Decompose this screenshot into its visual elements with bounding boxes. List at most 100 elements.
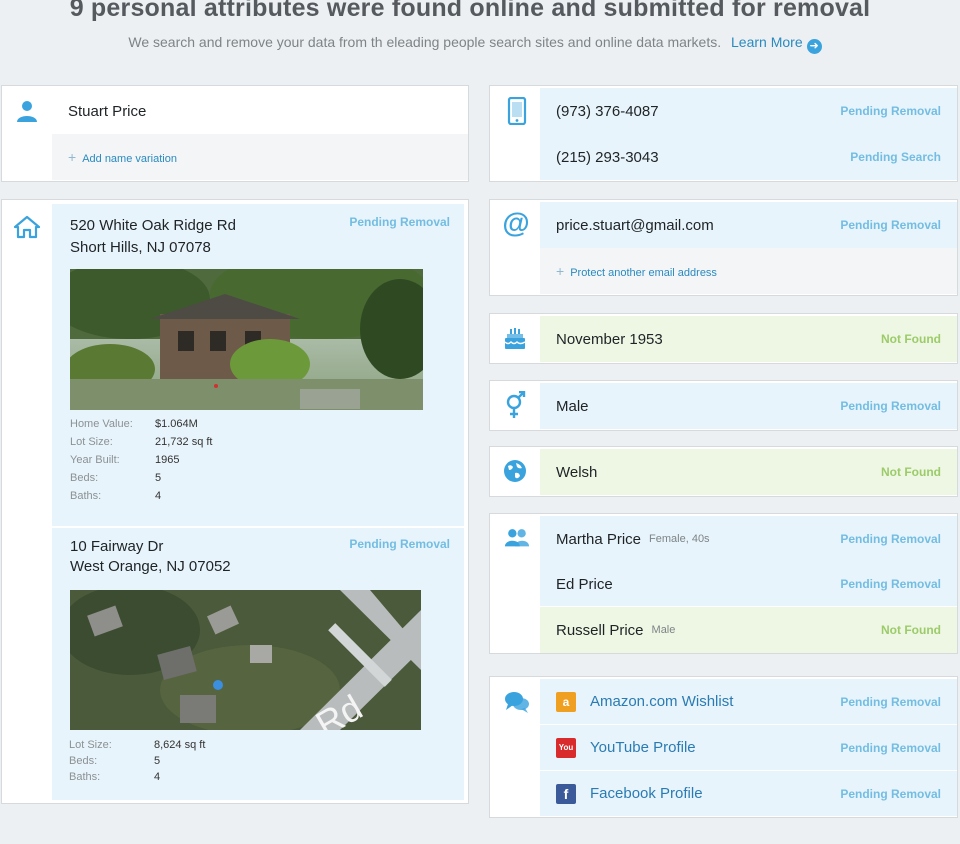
email-card: @ price.stuart@gmail.com Pending Removal… bbox=[489, 199, 958, 296]
fact-row: Lot Size: 21,732 sq ft bbox=[70, 436, 213, 454]
email-row: price.stuart@gmail.com Pending Removal bbox=[540, 202, 957, 248]
property-facts: Lot Size: 8,624 sq ft Beds: 5 Baths: 4 bbox=[69, 739, 205, 787]
address-status: Pending Removal bbox=[349, 215, 450, 229]
fact-label: Baths: bbox=[69, 771, 101, 783]
fact-value: 5 bbox=[155, 472, 162, 484]
phone-icon bbox=[504, 97, 530, 125]
fact-value: 21,732 sq ft bbox=[155, 436, 213, 448]
gender-icon bbox=[502, 391, 528, 418]
page-title: 9 personal attributes were found online … bbox=[69, 0, 871, 22]
fact-value: 5 bbox=[154, 755, 161, 767]
youtube-icon: You bbox=[556, 737, 576, 758]
birthday-row: November 1953 Not Found bbox=[540, 316, 957, 362]
at-icon: @ bbox=[502, 207, 530, 238]
address-line1: 10 Fairway Dr bbox=[70, 538, 164, 555]
add-name-variation-row[interactable]: + Add name variation bbox=[52, 134, 468, 180]
people-icon bbox=[504, 525, 530, 551]
address-item: 10 Fairway Dr West Orange, NJ 07052 Pend… bbox=[52, 528, 464, 800]
street-view-photo bbox=[70, 269, 423, 410]
gender-row: Male Pending Removal bbox=[540, 383, 957, 429]
aerial-map-photo: Rd bbox=[70, 590, 421, 730]
gender-card: Male Pending Removal bbox=[489, 380, 958, 431]
subtitle-text: We search and remove your data from th e… bbox=[128, 34, 722, 50]
name-value: Stuart Price bbox=[68, 102, 147, 120]
address-line2: West Orange, NJ 07052 bbox=[70, 558, 231, 575]
relative-name: Russell Price bbox=[556, 621, 644, 639]
fact-row: Year Built: 1965 bbox=[70, 454, 213, 472]
gender-value: Male bbox=[556, 397, 589, 415]
ethnicity-value: Welsh bbox=[556, 463, 598, 481]
name-card: Stuart Price + Add name variation bbox=[1, 85, 469, 182]
name-row: Stuart Price bbox=[52, 88, 468, 134]
fact-value: $1.064M bbox=[155, 418, 198, 430]
relative-name: Martha Price bbox=[556, 530, 642, 548]
relative-row: Russell Price Male Not Found bbox=[540, 607, 957, 653]
birthday-status: Not Found bbox=[881, 332, 941, 346]
phone-row: (215) 293-3043 Pending Search bbox=[540, 134, 957, 180]
ethnicity-status: Not Found bbox=[881, 465, 941, 479]
phone-value: (215) 293-3043 bbox=[556, 148, 659, 166]
protect-email-label: Protect another email address bbox=[570, 267, 717, 279]
phone-status: Pending Search bbox=[850, 150, 941, 164]
social-link[interactable]: Amazon.com Wishlist bbox=[590, 693, 733, 710]
social-status: Pending Removal bbox=[840, 786, 941, 801]
property-facts: Home Value: $1.064M Lot Size: 21,732 sq ft… bbox=[70, 418, 213, 508]
add-email-row[interactable]: + Protect another email address bbox=[540, 248, 957, 294]
fact-row: Lot Size: 8,624 sq ft bbox=[69, 739, 205, 755]
social-row: You YouTube Profile Pending Removal bbox=[540, 725, 957, 770]
address-line2: Short Hills, NJ 07078 bbox=[70, 239, 211, 256]
address-line1: 520 White Oak Ridge Rd bbox=[70, 217, 236, 234]
add-name-variation-link[interactable]: + Add name variation bbox=[68, 149, 177, 165]
protect-email-link[interactable]: + Protect another email address bbox=[556, 263, 717, 279]
relative-row: Martha Price Female, 40s Pending Removal bbox=[540, 516, 957, 562]
phone-row: (973) 376-4087 Pending Removal bbox=[540, 88, 957, 134]
social-status: Pending Removal bbox=[840, 694, 941, 709]
relatives-card: Martha Price Female, 40s Pending Removal… bbox=[489, 513, 958, 654]
fact-value: 8,624 sq ft bbox=[154, 739, 206, 751]
fact-label: Baths: bbox=[70, 490, 102, 502]
fact-value: 4 bbox=[155, 490, 162, 502]
relative-detail: Female, 40s bbox=[649, 533, 710, 545]
phone-status: Pending Removal bbox=[840, 104, 941, 118]
social-row: f Facebook Profile Pending Removal bbox=[540, 771, 957, 816]
relative-status: Pending Removal bbox=[840, 577, 941, 591]
fact-label: Beds: bbox=[70, 472, 99, 484]
birthday-value: November 1953 bbox=[556, 330, 663, 348]
relative-status: Pending Removal bbox=[840, 532, 941, 546]
learn-more-link[interactable]: Learn More ➜ bbox=[731, 34, 822, 54]
address-status: Pending Removal bbox=[349, 537, 450, 551]
house-icon bbox=[14, 214, 40, 240]
learn-more-label: Learn More bbox=[731, 34, 803, 50]
fact-row: Baths: 4 bbox=[70, 490, 213, 508]
plus-icon: + bbox=[68, 149, 77, 165]
gender-status: Pending Removal bbox=[840, 399, 941, 413]
social-link[interactable]: Facebook Profile bbox=[590, 785, 703, 802]
social-link[interactable]: YouTube Profile bbox=[590, 739, 696, 756]
person-icon bbox=[14, 98, 40, 124]
birthday-card: November 1953 Not Found bbox=[489, 313, 958, 364]
relative-name: Ed Price bbox=[556, 575, 613, 593]
amazon-icon: a bbox=[556, 691, 576, 712]
relative-status: Not Found bbox=[881, 623, 941, 637]
fact-value: 1965 bbox=[155, 454, 180, 466]
ethnicity-row: Welsh Not Found bbox=[540, 449, 957, 495]
add-name-variation-label: Add name variation bbox=[82, 153, 177, 165]
fact-row: Home Value: $1.064M bbox=[70, 418, 213, 436]
page-subtitle: We search and remove your data from th e… bbox=[0, 34, 950, 54]
globe-icon bbox=[502, 458, 528, 484]
social-row: a Amazon.com Wishlist Pending Removal bbox=[540, 679, 957, 724]
fact-value: 4 bbox=[154, 771, 161, 783]
fact-row: Baths: 4 bbox=[69, 771, 205, 787]
arrow-right-icon: ➜ bbox=[806, 39, 822, 54]
address-item: 520 White Oak Ridge Rd Short Hills, NJ 0… bbox=[52, 204, 464, 526]
social-status: Pending Removal bbox=[840, 740, 941, 755]
facebook-icon: f bbox=[556, 783, 576, 804]
fact-label: Beds: bbox=[69, 755, 98, 767]
email-value: price.stuart@gmail.com bbox=[556, 216, 714, 234]
plus-icon: + bbox=[556, 263, 565, 279]
phone-value: (973) 376-4087 bbox=[556, 102, 659, 120]
relative-detail: Male bbox=[651, 624, 676, 636]
fact-label: Lot Size: bbox=[70, 436, 113, 448]
ethnicity-card: Welsh Not Found bbox=[489, 446, 958, 497]
chat-icon bbox=[504, 689, 530, 715]
